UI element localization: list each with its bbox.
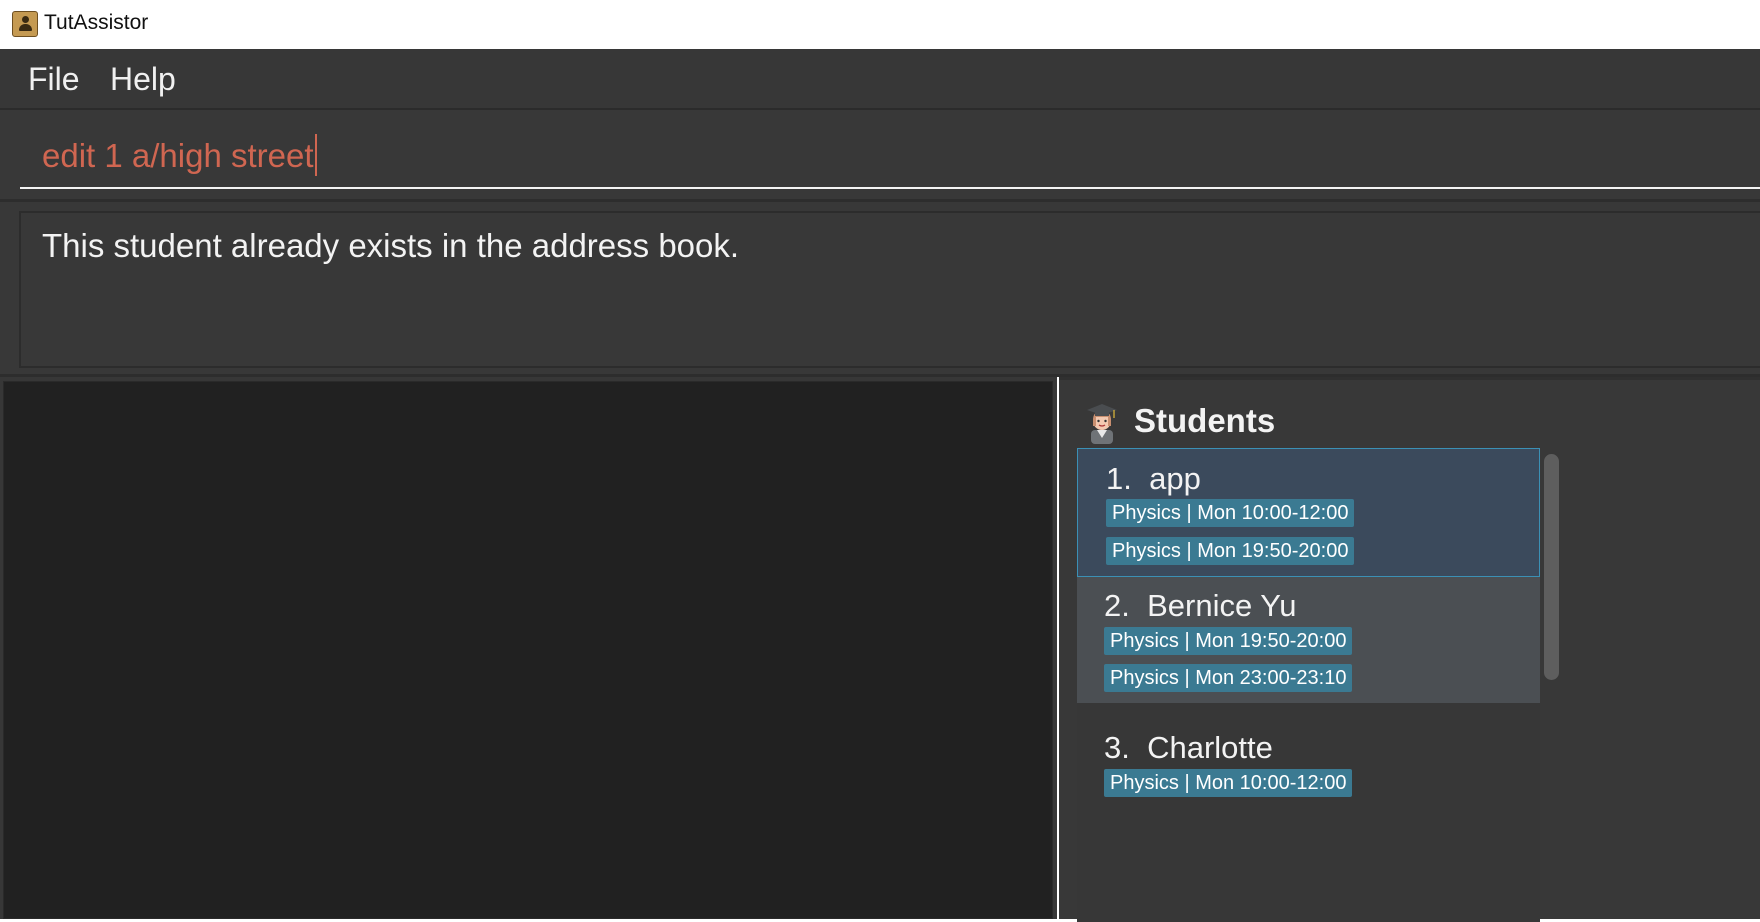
student-name: 2. Bernice Yu [1104,588,1296,624]
command-box: edit 1 a/high street [0,110,1760,202]
students-title: Students [1134,402,1276,439]
student-list-panel: Students 1. app Physics | Mon 10:00-12:0… [1059,377,1760,922]
result-message: This student already exists in the addre… [42,227,740,264]
student-card-3[interactable]: 3. Charlotte Physics | Mon 10:00-12:00 [1077,703,1540,922]
result-display-container: This student already exists in the addre… [0,202,1760,377]
tag-lesson: Physics | Mon 23:00-23:10 [1104,664,1353,692]
detail-panel-content [3,381,1053,919]
student-name-text: Charlotte [1147,730,1273,765]
result-display[interactable]: This student already exists in the addre… [19,211,1760,368]
student-card-2[interactable]: 2. Bernice Yu Physics | Mon 19:50-20:00 … [1077,577,1540,703]
student-list[interactable]: 1. app Physics | Mon 10:00-12:00 Physics… [1077,448,1540,922]
student-list-scrollbar[interactable] [1540,448,1560,922]
menu-help[interactable]: Help [110,61,176,98]
title-bar: TutAssistor [0,0,1760,49]
student-name-text: app [1149,461,1201,496]
window-title: TutAssistor [44,11,149,34]
scrollbar-thumb[interactable] [1544,454,1559,680]
student-card-1[interactable]: 1. app Physics | Mon 10:00-12:00 Physics… [1077,448,1540,577]
menu-bar: File Help [0,49,1760,110]
student-name: 3. Charlotte [1104,730,1273,766]
student-index: 3. [1104,730,1130,765]
student-name-text: Bernice Yu [1147,588,1297,623]
student-name: 1. app [1106,461,1201,497]
detail-panel [0,377,1057,919]
command-input[interactable]: edit 1 a/high street [20,110,1760,189]
menu-file[interactable]: File [28,61,80,98]
text-caret [314,134,317,176]
tag-lesson: Physics | Mon 10:00-12:00 [1104,769,1353,797]
student-graduate-icon [1087,404,1117,444]
tag-lesson: Physics | Mon 10:00-12:00 [1106,499,1355,527]
student-index: 1. [1106,461,1132,496]
student-index: 2. [1104,588,1130,623]
command-text: edit 1 a/high street [42,137,314,174]
tag-lesson: Physics | Mon 19:50-20:00 [1104,627,1353,655]
address-book-icon [12,11,38,37]
tag-lesson: Physics | Mon 19:50-20:00 [1106,537,1355,565]
